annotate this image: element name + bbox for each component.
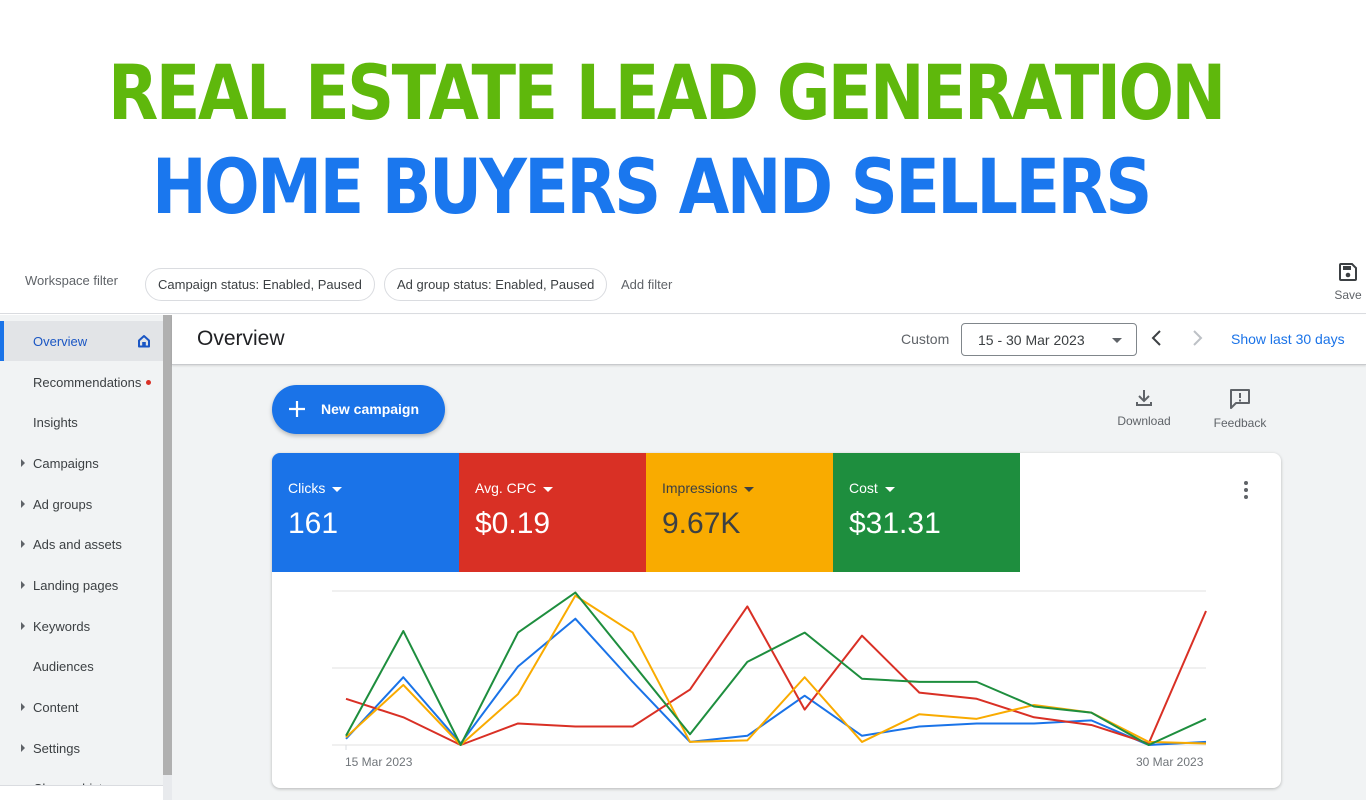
more-options-icon[interactable] — [1244, 481, 1250, 502]
chevron-right-icon[interactable] — [1189, 328, 1205, 348]
workspace-filter-bar: Workspace filter Campaign status: Enable… — [0, 258, 1366, 314]
sidebar-item-landing-pages[interactable]: Landing pages — [0, 565, 163, 605]
expand-caret-icon[interactable] — [21, 744, 25, 752]
sidebar-item-label: Keywords — [33, 618, 91, 634]
feedback-button[interactable]: Feedback — [1208, 388, 1272, 430]
page-title: Overview — [197, 327, 285, 350]
sidebar-item-insights[interactable]: Insights — [0, 402, 163, 442]
sidebar-item-label: Settings — [33, 740, 80, 756]
sidebar-item-label: Insights — [33, 414, 78, 430]
save-button[interactable]: Save — [1330, 262, 1366, 302]
x-tick-label-start: 15 Mar 2023 — [345, 755, 413, 769]
metric-tile-cost[interactable]: Cost $31.31 — [833, 453, 1020, 572]
sidebar-item-audiences[interactable]: Audiences — [0, 646, 163, 686]
expand-caret-icon[interactable] — [21, 703, 25, 711]
metric-label[interactable]: Avg. CPC — [475, 480, 554, 496]
sidebar-item-label: Ads and assets — [33, 536, 122, 552]
sidebar-item-label: Audiences — [33, 658, 94, 674]
date-mode-label: Custom — [901, 331, 950, 347]
metric-tile-avg-cpc[interactable]: Avg. CPC $0.19 — [459, 453, 646, 572]
add-filter-button[interactable]: Add filter — [621, 277, 672, 292]
download-label: Download — [1117, 414, 1171, 428]
metric-value: 161 — [288, 507, 339, 540]
feedback-label: Feedback — [1213, 416, 1267, 430]
date-range-select[interactable]: 15 - 30 Mar 2023 — [961, 323, 1137, 356]
sidebar-item-label: Landing pages — [33, 577, 119, 593]
dropdown-arrow-icon — [332, 486, 343, 492]
workspace-filter-label: Workspace filter — [25, 273, 118, 288]
performance-card: Clicks 161 Avg. CPC $0.19 Impressions 9.… — [272, 453, 1281, 788]
sidebar-item-label: Recommendations — [33, 374, 142, 390]
performance-chart: 15 Mar 2023 30 Mar 2023 — [272, 572, 1281, 788]
sidebar-item-recommendations[interactable]: Recommendations — [0, 362, 163, 402]
expand-caret-icon[interactable] — [21, 459, 25, 467]
banner-headline: REAL ESTATE LEAD GENERATION — [108, 48, 1226, 137]
series-line-clicks[interactable] — [345, 617, 1207, 746]
main-content: Overview Custom 15 - 30 Mar 2023 Show la… — [172, 315, 1366, 800]
x-tick-label-end: 30 Mar 2023 — [1136, 755, 1204, 769]
sidebar-item-label: Ad groups — [33, 496, 93, 512]
metric-label[interactable]: Cost — [849, 480, 895, 496]
filter-chip-ad-group-status[interactable]: Ad group status: Enabled, Paused — [384, 268, 608, 301]
banner-subheadline: HOME BUYERS AND SELLERS — [152, 142, 1152, 231]
home-icon — [138, 335, 150, 348]
metric-value: 9.67K — [662, 507, 741, 540]
sidebar-item-label: Overview — [33, 333, 88, 349]
expand-caret-icon[interactable] — [21, 581, 25, 589]
sidebar-item-content[interactable]: Content — [0, 687, 163, 727]
download-icon — [1136, 390, 1152, 406]
chevron-left-icon[interactable] — [1149, 328, 1165, 348]
dropdown-arrow-icon — [1112, 338, 1122, 343]
dropdown-arrow-icon — [543, 486, 554, 492]
sidebar-footer — [0, 785, 163, 800]
new-campaign-button[interactable]: New campaign — [272, 385, 445, 434]
sidebar-item-ads-and-assets[interactable]: Ads and assets — [0, 524, 163, 564]
feedback-icon — [1230, 389, 1250, 409]
dropdown-arrow-icon — [744, 486, 755, 492]
sidebar-item-label: Campaigns — [33, 455, 99, 471]
metric-tile-impressions[interactable]: Impressions 9.67K — [646, 453, 833, 572]
new-campaign-label: New campaign — [321, 401, 420, 417]
expand-caret-icon[interactable] — [21, 622, 25, 630]
expand-caret-icon[interactable] — [21, 500, 25, 508]
notification-dot-icon — [146, 380, 151, 385]
metric-tile-clicks[interactable]: Clicks 161 — [272, 453, 459, 572]
promo-banner: REAL ESTATE LEAD GENERATION HOME BUYERS … — [0, 0, 1366, 250]
page-header: Overview Custom 15 - 30 Mar 2023 Show la… — [172, 315, 1366, 365]
expand-caret-icon[interactable] — [21, 540, 25, 548]
save-label: Save — [1334, 288, 1362, 302]
sidebar-item-overview[interactable]: Overview — [0, 321, 163, 361]
metric-label[interactable]: Clicks — [288, 480, 343, 496]
metric-value: $0.19 — [475, 507, 551, 540]
sidebar-item-keywords[interactable]: Keywords — [0, 606, 163, 646]
metric-label[interactable]: Impressions — [662, 480, 755, 496]
plus-icon — [289, 401, 305, 417]
sidebar-item-campaigns[interactable]: Campaigns — [0, 443, 163, 483]
sidebar-item-label: Content — [33, 699, 79, 715]
show-last-30-days-link[interactable]: Show last 30 days — [1231, 331, 1345, 347]
filter-chip-campaign-status[interactable]: Campaign status: Enabled, Paused — [145, 268, 375, 301]
sidebar-scrollbar-thumb[interactable] — [163, 315, 172, 775]
sidebar-item-settings[interactable]: Settings — [0, 728, 163, 768]
date-range-value: 15 - 30 Mar 2023 — [978, 332, 1085, 348]
save-icon — [1339, 263, 1357, 281]
line-chart-svg — [332, 590, 1207, 750]
sidebar-item-ad-groups[interactable]: Ad groups — [0, 484, 163, 524]
download-button[interactable]: Download — [1112, 388, 1176, 428]
dropdown-arrow-icon — [884, 486, 895, 492]
sidebar-nav: Overview Recommendations Insights Campai… — [0, 315, 163, 785]
sidebar-item-change-history[interactable]: Change history — [0, 768, 163, 786]
metric-value: $31.31 — [849, 507, 941, 540]
